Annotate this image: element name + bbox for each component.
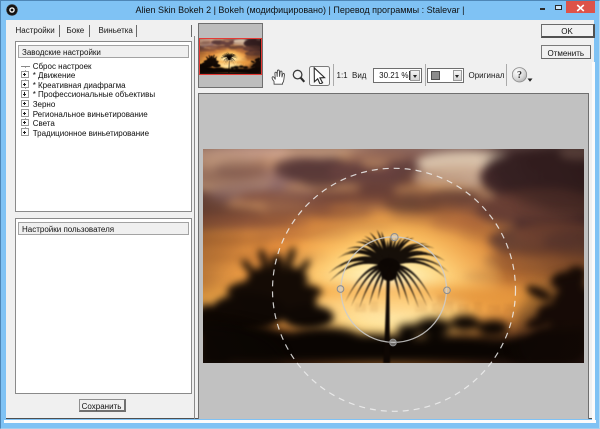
- svg-text:?: ?: [517, 70, 522, 81]
